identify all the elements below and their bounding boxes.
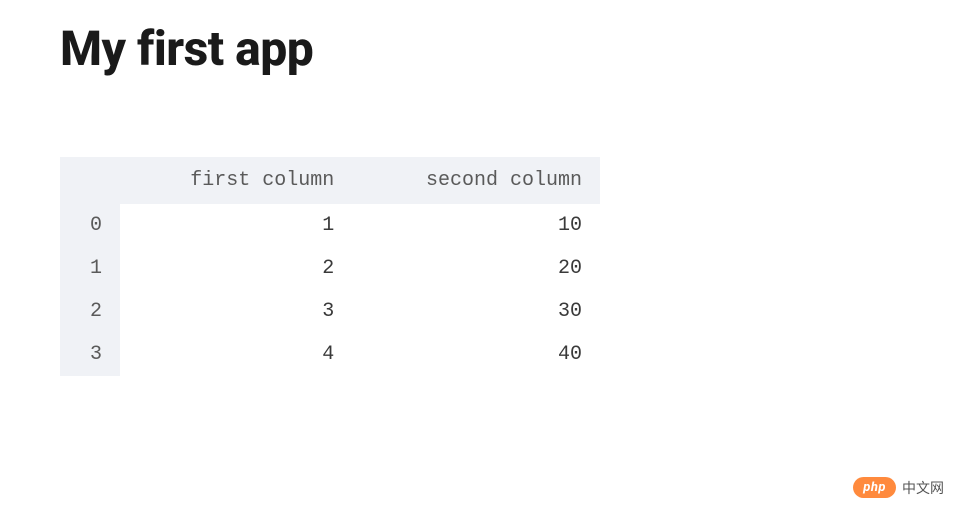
table-row: 3 4 40 — [60, 333, 600, 376]
table-cell: 30 — [352, 290, 600, 333]
table-index-header — [60, 157, 120, 204]
table-row: 1 2 20 — [60, 247, 600, 290]
table-cell: 3 — [120, 290, 352, 333]
table-row-index: 0 — [60, 204, 120, 247]
table-cell: 2 — [120, 247, 352, 290]
table-row: 2 3 30 — [60, 290, 600, 333]
watermark-badge: php — [853, 477, 896, 498]
table-row: 0 1 10 — [60, 204, 600, 247]
table-column-header: first column — [120, 157, 352, 204]
watermark-text: 中文网 — [902, 478, 944, 498]
data-table: first column second column 0 1 10 1 2 20… — [60, 157, 600, 376]
table-cell: 20 — [352, 247, 600, 290]
table-cell: 10 — [352, 204, 600, 247]
watermark: php 中文网 — [853, 477, 944, 498]
page-title: My first app — [60, 20, 902, 77]
table-cell: 40 — [352, 333, 600, 376]
table-row-index: 2 — [60, 290, 120, 333]
table-row-index: 1 — [60, 247, 120, 290]
table-header-row: first column second column — [60, 157, 600, 204]
table-cell: 1 — [120, 204, 352, 247]
table-cell: 4 — [120, 333, 352, 376]
table-row-index: 3 — [60, 333, 120, 376]
table-column-header: second column — [352, 157, 600, 204]
